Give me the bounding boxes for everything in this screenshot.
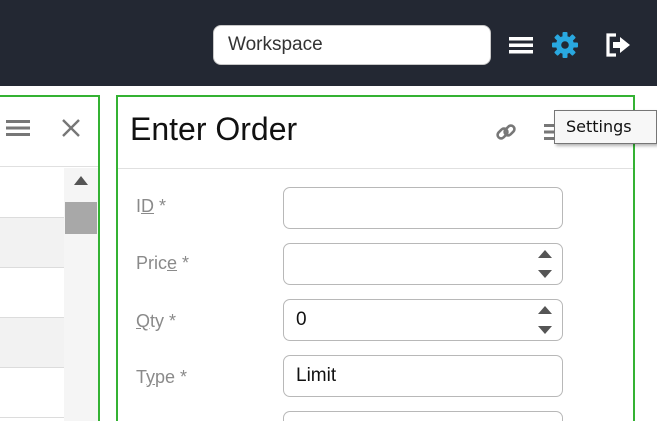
left-panel-header	[0, 97, 98, 167]
menu-icon[interactable]	[6, 119, 30, 142]
app-window: Enter Order ID * Price *	[0, 0, 657, 421]
left-panel	[0, 95, 100, 421]
qty-stepper[interactable]	[533, 302, 557, 338]
scroll-up-icon[interactable]	[74, 176, 88, 185]
increment-icon[interactable]	[538, 250, 552, 258]
qty-input[interactable]	[283, 299, 563, 341]
id-label: ID *	[136, 196, 167, 216]
decrement-icon[interactable]	[538, 326, 552, 334]
price-stepper[interactable]	[533, 246, 557, 282]
logout-icon[interactable]	[600, 30, 636, 60]
table-row[interactable]	[0, 318, 64, 368]
workspace-input[interactable]	[213, 25, 491, 65]
increment-icon[interactable]	[538, 306, 552, 314]
top-bar	[0, 0, 657, 86]
table-row[interactable]	[0, 168, 64, 218]
qty-label: Qty *	[136, 311, 177, 331]
menu-icon[interactable]	[503, 30, 539, 60]
left-grid	[0, 168, 64, 421]
price-label: Price *	[136, 253, 190, 273]
id-input[interactable]	[283, 187, 563, 229]
next-field-input[interactable]	[283, 411, 563, 421]
scrollbar-thumb[interactable]	[65, 202, 97, 234]
settings-tooltip: Settings	[554, 110, 657, 144]
table-row[interactable]	[0, 268, 64, 318]
link-icon[interactable]	[495, 121, 517, 148]
type-label: Type *	[136, 367, 188, 387]
price-input[interactable]	[283, 243, 563, 285]
close-icon[interactable]	[60, 117, 82, 144]
type-input[interactable]	[283, 355, 563, 397]
table-row[interactable]	[0, 368, 64, 418]
panel-title: Enter Order	[130, 111, 298, 147]
decrement-icon[interactable]	[538, 270, 552, 278]
vertical-scrollbar[interactable]	[64, 168, 98, 421]
gear-icon[interactable]	[547, 30, 583, 60]
table-row[interactable]	[0, 218, 64, 268]
